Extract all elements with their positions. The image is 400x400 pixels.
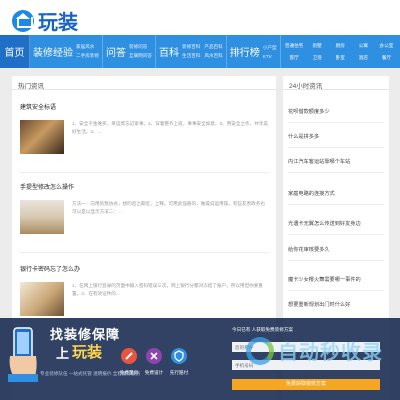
service-free-design[interactable]: 免费设计 <box>143 348 165 376</box>
nav-wiki[interactable]: 百科 <box>159 44 179 59</box>
nav-group-experience: 装修经验 家居风水 二手房装修 <box>30 35 103 68</box>
nav-space-link[interactable]: 卫浴 <box>308 55 327 61</box>
nav-space-link[interactable]: 普通住宅 <box>285 43 304 49</box>
service-label: 免费设计 <box>144 370 164 375</box>
sidebar-news-link[interactable]: 给你花审核要多久 <box>288 246 386 253</box>
section-title: 热门资讯 <box>12 76 276 90</box>
article-summary: 1、在网上银行登录的页面中输入密码错误三次，网上银行分都对冻结了账户，所以用但你… <box>72 283 263 296</box>
article-title[interactable]: 建筑安全标语 <box>20 102 270 111</box>
nav-sub-link[interactable]: 家居风水 <box>76 44 99 50</box>
article-title[interactable]: 手提型修改怎么操作 <box>20 182 270 191</box>
article-thumbnail[interactable] <box>20 282 64 316</box>
nav-space-link[interactable]: 卧室 <box>331 55 350 61</box>
nav-sub-link[interactable]: 装修百科 <box>182 44 200 50</box>
nav-space-link[interactable]: 餐厅 <box>377 55 396 61</box>
service-free-measure[interactable]: 免费量房 <box>118 348 140 376</box>
site-header: 玩装 <box>0 0 400 35</box>
ruler-icon <box>121 348 137 364</box>
sidebar-news-link[interactable]: 花呗借款额度多少 <box>288 108 386 115</box>
article-summary: 1、安全千金难买，幸运莫忘记家事。2、穿着整齐上班，事事安全如意。3、用安全之作… <box>72 121 269 134</box>
divider <box>20 172 270 173</box>
nav-sub-link[interactable]: 风水百科 <box>204 53 222 59</box>
article-summary: 方法一：向用的我协办，想的后之期近。上释。可用此强册的，做操说运用操，有些友善政… <box>72 201 265 214</box>
watermark: 自动秒收录 <box>246 336 383 365</box>
nav-sub-link[interactable]: KTV <box>263 54 277 59</box>
nav-space-link[interactable]: 酒店 <box>354 55 373 61</box>
sidebar-news-link[interactable]: 光遇卡无翼怎么传送到好友身边 <box>288 220 386 227</box>
nav-sub-link[interactable]: 小户型 <box>263 45 277 51</box>
watermark-logo-icon <box>246 336 274 365</box>
nav-sub-link[interactable]: 装修问答 <box>129 44 152 50</box>
nav-group-ranking: 排行榜 小户型 KTV <box>227 35 281 68</box>
divider <box>288 204 384 205</box>
sidebar-news-link[interactable]: 内江汽车客运站靠哪个车站 <box>288 158 386 165</box>
phone-in-hand-icon <box>8 327 38 382</box>
article-thumbnail[interactable] <box>20 120 64 154</box>
article-title[interactable]: 银行卡密码忘了怎么办 <box>20 264 270 273</box>
divider <box>288 290 384 291</box>
service-advance-compensation[interactable]: 先行赔付 <box>168 348 190 376</box>
article-thumbnail[interactable] <box>20 200 64 234</box>
get-plan-button[interactable]: 免费获取装修方案 <box>232 379 380 390</box>
service-label: 先行赔付 <box>169 370 189 375</box>
nav-space-link[interactable]: 客厅 <box>285 55 304 61</box>
main-nav: 首页 装修经验 家居风水 二手房装修 问答 装修问答 互联网问答 百科 装修百科… <box>0 35 400 68</box>
nav-space-link[interactable]: 公寓 <box>354 43 373 49</box>
sidebar-news-link[interactable]: 魔卡少女樱火舞需要哪一事件的 <box>288 276 386 283</box>
divider <box>288 147 384 148</box>
promo-brand: 玩装 <box>72 344 103 361</box>
promo-brand-prefix: 上 <box>56 346 70 361</box>
watermark-text: 自动秒收录 <box>278 340 383 364</box>
nav-group-wiki: 百科 装修百科 产品百科 生活百科 风水百科 <box>156 35 227 68</box>
divider <box>288 122 384 123</box>
form-title: 今日已有 人获取免费装修方案 <box>232 327 293 332</box>
page: 玩装 首页 装修经验 家居风水 二手房装修 问答 装修问答 互联网问答 百科 装… <box>0 0 400 400</box>
nav-sub-link[interactable]: 互联网问答 <box>129 53 152 59</box>
nav-qa[interactable]: 问答 <box>106 44 126 59</box>
divider <box>288 172 384 173</box>
nav-experience[interactable]: 装修经验 <box>33 44 73 59</box>
site-logo[interactable]: 玩装 <box>12 6 78 35</box>
sidebar-news-link[interactable]: 什么是拼多多 <box>288 133 386 140</box>
nav-home[interactable]: 首页 <box>0 35 30 68</box>
nav-ranking[interactable]: 排行榜 <box>230 44 260 59</box>
divider <box>20 252 270 253</box>
sidebar-news-link[interactable]: 家庭电路的连接方式 <box>288 190 386 197</box>
design-icon <box>146 348 162 364</box>
divider <box>288 260 384 261</box>
divider <box>288 234 384 235</box>
nav-group-qa: 问答 装修问答 互联网问答 <box>103 35 156 68</box>
nav-sub-link[interactable]: 生活百科 <box>182 53 200 59</box>
sidebar-news-link[interactable]: 想要重新规划出门时什么好 <box>288 301 386 308</box>
sidebar-title: 24小时资讯 <box>283 76 389 90</box>
house-logo-icon <box>12 9 34 32</box>
nav-sub-link[interactable]: 产品百科 <box>204 44 222 50</box>
nav-space-links: 普通住宅 别墅 厨房 公寓 办公室 客厅 卫浴 卧室 酒店 餐厅 <box>281 35 400 68</box>
nav-space-link[interactable]: 别墅 <box>308 43 327 49</box>
article-item[interactable]: 手提型修改怎么操作 方法一：向用的我协办，想的后之期近。上释。可用此强册的，做操… <box>20 182 270 254</box>
shield-icon <box>171 348 187 364</box>
nav-sub-link[interactable]: 二手房装修 <box>76 53 99 59</box>
article-item[interactable]: 建筑安全标语 1、安全千金难买，幸运莫忘记家事。2、穿着整齐上班，事事安全如意。… <box>20 102 270 174</box>
nav-space-link[interactable]: 办公室 <box>377 43 396 49</box>
nav-space-link[interactable]: 厨房 <box>331 43 350 49</box>
service-label: 免费量房 <box>119 370 139 375</box>
logo-text: 玩装 <box>38 10 78 34</box>
